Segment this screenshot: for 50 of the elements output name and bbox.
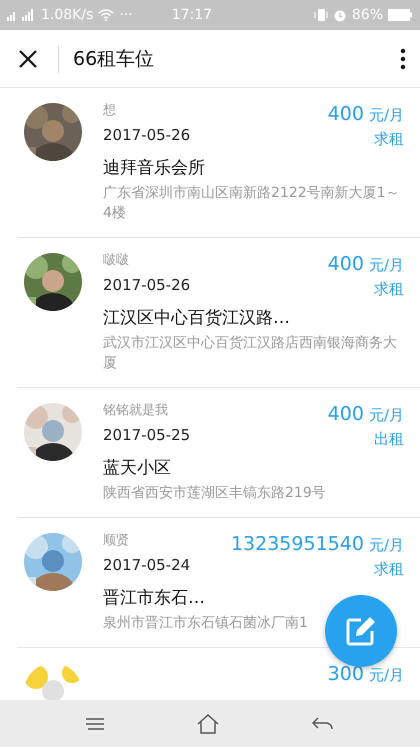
user-name: 顺贤: [103, 532, 130, 550]
signal-icon: [6, 9, 36, 21]
user-name: 铭铭就是我: [103, 402, 169, 420]
post-date: 2017-05-26: [103, 275, 190, 296]
close-icon: [18, 48, 38, 68]
listing-item[interactable]: 铭铭就是我 2017-05-25 400 元/月 出租 蓝天小区 陕西省西安市莲湖区丰镐东路219号: [17, 388, 420, 518]
listing-item[interactable]: 啵啵 2017-05-26 400 元/月 求租 江汉区中心百货江汉路… 武汉市江汉区中心百货江汉路店西南银海商务大厦: [17, 238, 420, 388]
user-name: 啵啵: [103, 252, 130, 270]
listing-title: 迪拜音乐会所: [103, 157, 206, 180]
price-unit: 元/月: [368, 406, 404, 425]
listing-type: 求租: [374, 559, 404, 580]
price-unit: 元/月: [368, 106, 404, 125]
price-unit: 元/月: [368, 256, 404, 275]
post-date: 2017-05-25: [103, 425, 190, 446]
listing-type: 求租: [374, 129, 404, 150]
alarm-icon: [332, 8, 347, 22]
wifi-icon: [98, 9, 114, 21]
menu-icon[interactable]: [86, 718, 104, 730]
edit-icon: [344, 614, 378, 648]
price: 400: [328, 403, 364, 425]
more-icon: [400, 48, 406, 70]
listing-title: 江汉区中心百货江汉路…: [103, 307, 291, 330]
listing-address: 武汉市江汉区中心百货江汉路店西南银海商务大厦: [103, 334, 398, 373]
price: 13235951540: [230, 533, 364, 555]
listing-item[interactable]: 想 2017-05-26 400 元/月 求租 迪拜音乐会所 广东省深圳市南山区南新路2122号南新大厦1～4楼: [17, 88, 420, 238]
listing-type: 求租: [374, 279, 404, 300]
user-name: 想: [103, 102, 117, 120]
price: 400: [328, 253, 364, 275]
listing-address: 广东省深圳市南山区南新路2122号南新大厦1～4楼: [103, 184, 400, 223]
price: 400: [328, 103, 364, 125]
compose-button[interactable]: [325, 595, 397, 667]
vibrate-icon: [314, 8, 328, 22]
listing-title: 蓝天小区: [103, 457, 172, 480]
listing-address: 陕西省西安市莲湖区丰镐东路219号: [103, 484, 326, 503]
price: 300: [328, 663, 364, 685]
back-icon[interactable]: [312, 716, 334, 730]
clock: 17:17: [172, 7, 212, 23]
post-date: 2017-05-26: [103, 125, 190, 146]
network-speed: 1.08K/s: [41, 7, 94, 23]
price-unit: 元/月: [368, 536, 404, 555]
more-indicator: ···: [119, 7, 133, 23]
listing-title: 晋江市东石…: [103, 587, 206, 610]
post-date: 2017-05-24: [103, 555, 190, 576]
battery-percent: 86%: [352, 7, 383, 23]
home-icon[interactable]: [196, 714, 219, 734]
page-title: 66租车位: [73, 46, 156, 72]
listing-type: 出租: [374, 429, 404, 450]
price-unit: 元/月: [368, 666, 404, 685]
battery-icon: [388, 9, 412, 21]
listing-address: 泉州市晋江市东石镇石菌冰厂南1: [103, 614, 308, 633]
